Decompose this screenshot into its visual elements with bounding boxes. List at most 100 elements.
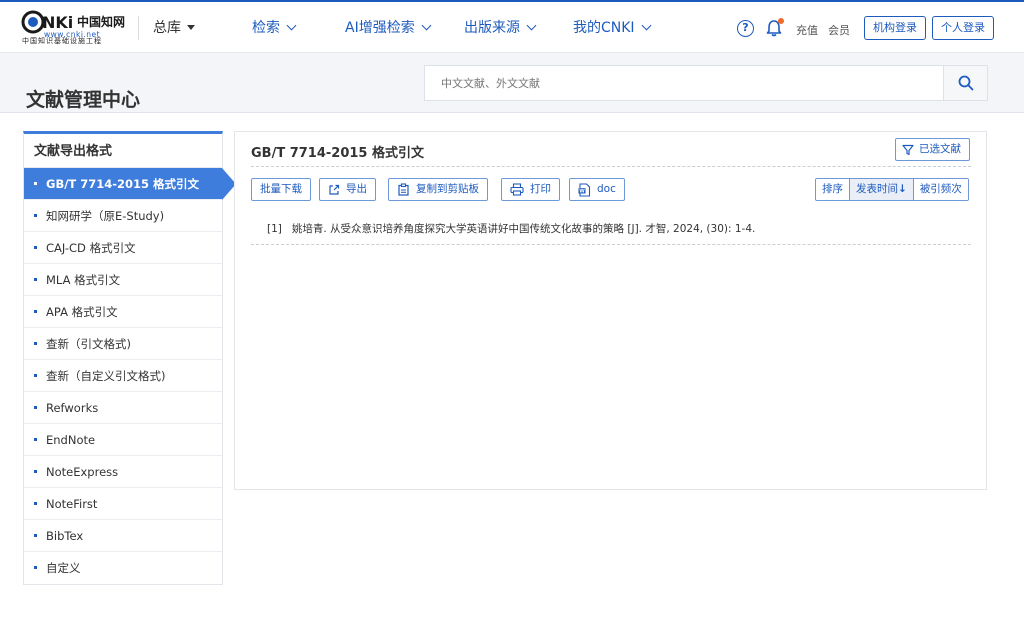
sidebar-item-label: 知网研学（原E-Study) bbox=[46, 209, 165, 223]
header-divider bbox=[138, 16, 139, 40]
sidebar-item-mla[interactable]: MLA 格式引文 bbox=[24, 264, 222, 296]
notification-dot bbox=[778, 18, 784, 24]
bullet-icon bbox=[34, 566, 37, 569]
citation-item: [1] 姚培青. 从受众意识培养角度探究大学英语讲好中国传统文化故事的策略 [J]… bbox=[267, 221, 755, 236]
nav-search[interactable]: 检索 bbox=[252, 17, 297, 37]
sort-publish-time-label: 发表时间 bbox=[856, 183, 898, 195]
sidebar-item-novelty-custom[interactable]: 查新（自定义引文格式) bbox=[24, 360, 222, 392]
export-label: 导出 bbox=[346, 183, 367, 195]
sidebar-title: 文献导出格式 bbox=[24, 134, 222, 168]
search-button[interactable] bbox=[943, 66, 987, 100]
sidebar-item-label: EndNote bbox=[46, 433, 96, 447]
search-box bbox=[424, 65, 988, 101]
caret-down-icon bbox=[187, 24, 195, 30]
sidebar-item-label: NoteFirst bbox=[46, 497, 98, 511]
bullet-icon bbox=[34, 310, 37, 313]
recharge-link[interactable]: 充值 bbox=[796, 22, 818, 38]
citation-number: [1] bbox=[267, 223, 282, 235]
sidebar-item-label: Refworks bbox=[46, 401, 99, 415]
nav-my-cnki-label: 我的CNKI bbox=[573, 20, 635, 36]
bullet-icon bbox=[34, 502, 37, 505]
page-banner: 文献管理中心 bbox=[0, 53, 1024, 113]
member-link[interactable]: 会员 bbox=[828, 22, 850, 38]
export-icon bbox=[329, 184, 340, 195]
sidebar-item-cajcd[interactable]: CAJ-CD 格式引文 bbox=[24, 232, 222, 264]
citation-divider bbox=[251, 244, 971, 245]
database-label: 总库 bbox=[153, 20, 181, 36]
svg-text:中国知网: 中国知网 bbox=[77, 14, 125, 29]
personal-login-button[interactable]: 个人登录 bbox=[932, 16, 994, 40]
copy-clipboard-button[interactable]: 复制到剪贴板 bbox=[388, 178, 488, 201]
bullet-icon bbox=[34, 278, 37, 281]
sidebar-item-endnote[interactable]: EndNote bbox=[24, 424, 222, 456]
citation-text: 姚培青. 从受众意识培养角度探究大学英语讲好中国传统文化故事的策略 [J]. 才… bbox=[291, 223, 756, 235]
search-input[interactable] bbox=[425, 66, 945, 100]
bullet-icon bbox=[34, 438, 37, 441]
org-login-button[interactable]: 机构登录 bbox=[864, 16, 926, 40]
sidebar-item-custom[interactable]: 自定义 bbox=[24, 552, 222, 584]
bullet-icon bbox=[34, 374, 37, 377]
chevron-down-icon bbox=[641, 20, 652, 30]
sort-by-publish-time[interactable]: 发表时间↓ bbox=[850, 179, 914, 200]
selected-documents-label: 已选文献 bbox=[919, 143, 961, 155]
sidebar-item-label: GB/T 7714-2015 格式引文 bbox=[46, 177, 200, 191]
database-dropdown[interactable]: 总库 bbox=[153, 17, 195, 37]
sidebar-item-notefirst[interactable]: NoteFirst bbox=[24, 488, 222, 520]
sidebar-item-label: 自定义 bbox=[46, 561, 81, 575]
sidebar-item-label: APA 格式引文 bbox=[46, 305, 118, 319]
nav-my-cnki[interactable]: 我的CNKI bbox=[573, 17, 652, 37]
nav-ai-search[interactable]: AI增强检索 bbox=[345, 17, 432, 37]
sidebar-item-label: MLA 格式引文 bbox=[46, 273, 121, 287]
bullet-icon bbox=[34, 246, 37, 249]
chevron-down-icon bbox=[286, 20, 297, 30]
sidebar-item-estudy[interactable]: 知网研学（原E-Study) bbox=[24, 200, 222, 232]
sort-by-cited-count[interactable]: 被引频次 bbox=[913, 179, 968, 200]
batch-download-label: 批量下载 bbox=[260, 183, 302, 195]
filter-icon bbox=[902, 144, 914, 155]
sort-controls: 排序 发表时间↓ 被引频次 bbox=[815, 178, 969, 201]
top-bar: NKi 中国知网 www.cnki.net 中国知识基础设施工程 总库 检索 A… bbox=[0, 0, 1024, 53]
logo-subtitle: 中国知识基础设施工程 bbox=[22, 37, 102, 45]
doc-download-button[interactable]: W doc bbox=[569, 178, 625, 201]
doc-label: doc bbox=[597, 183, 616, 195]
word-doc-icon: W bbox=[578, 182, 591, 197]
sidebar-item-novelty-search[interactable]: 查新（引文格式) bbox=[24, 328, 222, 360]
sidebar-item-apa[interactable]: APA 格式引文 bbox=[24, 296, 222, 328]
export-format-sidebar: 文献导出格式 GB/T 7714-2015 格式引文 知网研学（原E-Study… bbox=[23, 131, 236, 585]
arrow-down-icon: ↓ bbox=[898, 183, 907, 195]
bullet-icon bbox=[34, 214, 37, 217]
bullet-icon bbox=[34, 470, 37, 473]
chevron-down-icon bbox=[421, 20, 432, 30]
sidebar-item-refworks[interactable]: Refworks bbox=[24, 392, 222, 424]
print-button[interactable]: 打印 bbox=[501, 178, 560, 201]
help-icon[interactable]: ? bbox=[737, 20, 754, 37]
title-divider bbox=[251, 166, 971, 167]
panel-title: GB/T 7714-2015 格式引文 bbox=[251, 146, 425, 161]
copy-clipboard-label: 复制到剪贴板 bbox=[416, 183, 479, 195]
citation-panel: GB/T 7714-2015 格式引文 已选文献 批量下载 导出 复制到剪贴板 bbox=[234, 131, 987, 490]
sidebar-item-bibtex[interactable]: BibTex bbox=[24, 520, 222, 552]
sidebar-item-gbt7714[interactable]: GB/T 7714-2015 格式引文 bbox=[24, 168, 236, 200]
bullet-icon bbox=[34, 534, 37, 537]
nav-publication-source[interactable]: 出版来源 bbox=[464, 17, 537, 37]
sidebar-item-label: 查新（引文格式) bbox=[46, 337, 131, 351]
sidebar-item-label: BibTex bbox=[46, 529, 84, 543]
chevron-down-icon bbox=[526, 20, 537, 30]
batch-download-button[interactable]: 批量下载 bbox=[251, 178, 311, 201]
page-title: 文献管理中心 bbox=[26, 89, 141, 111]
printer-icon bbox=[510, 183, 524, 196]
selected-documents-button[interactable]: 已选文献 bbox=[895, 138, 970, 161]
svg-text:W: W bbox=[579, 188, 585, 194]
bullet-icon bbox=[34, 182, 37, 185]
sort-label: 排序 bbox=[816, 179, 850, 200]
bullet-icon bbox=[34, 342, 37, 345]
bullet-icon bbox=[34, 406, 37, 409]
nav-publication-source-label: 出版来源 bbox=[464, 20, 520, 36]
print-label: 打印 bbox=[530, 183, 551, 195]
sidebar-item-label: CAJ-CD 格式引文 bbox=[46, 241, 136, 255]
sidebar-item-noteexpress[interactable]: NoteExpress bbox=[24, 456, 222, 488]
nav-search-label: 检索 bbox=[252, 20, 280, 36]
export-button[interactable]: 导出 bbox=[319, 178, 376, 201]
nav-ai-search-label: AI增强检索 bbox=[345, 20, 415, 36]
sidebar-item-label: NoteExpress bbox=[46, 465, 119, 479]
